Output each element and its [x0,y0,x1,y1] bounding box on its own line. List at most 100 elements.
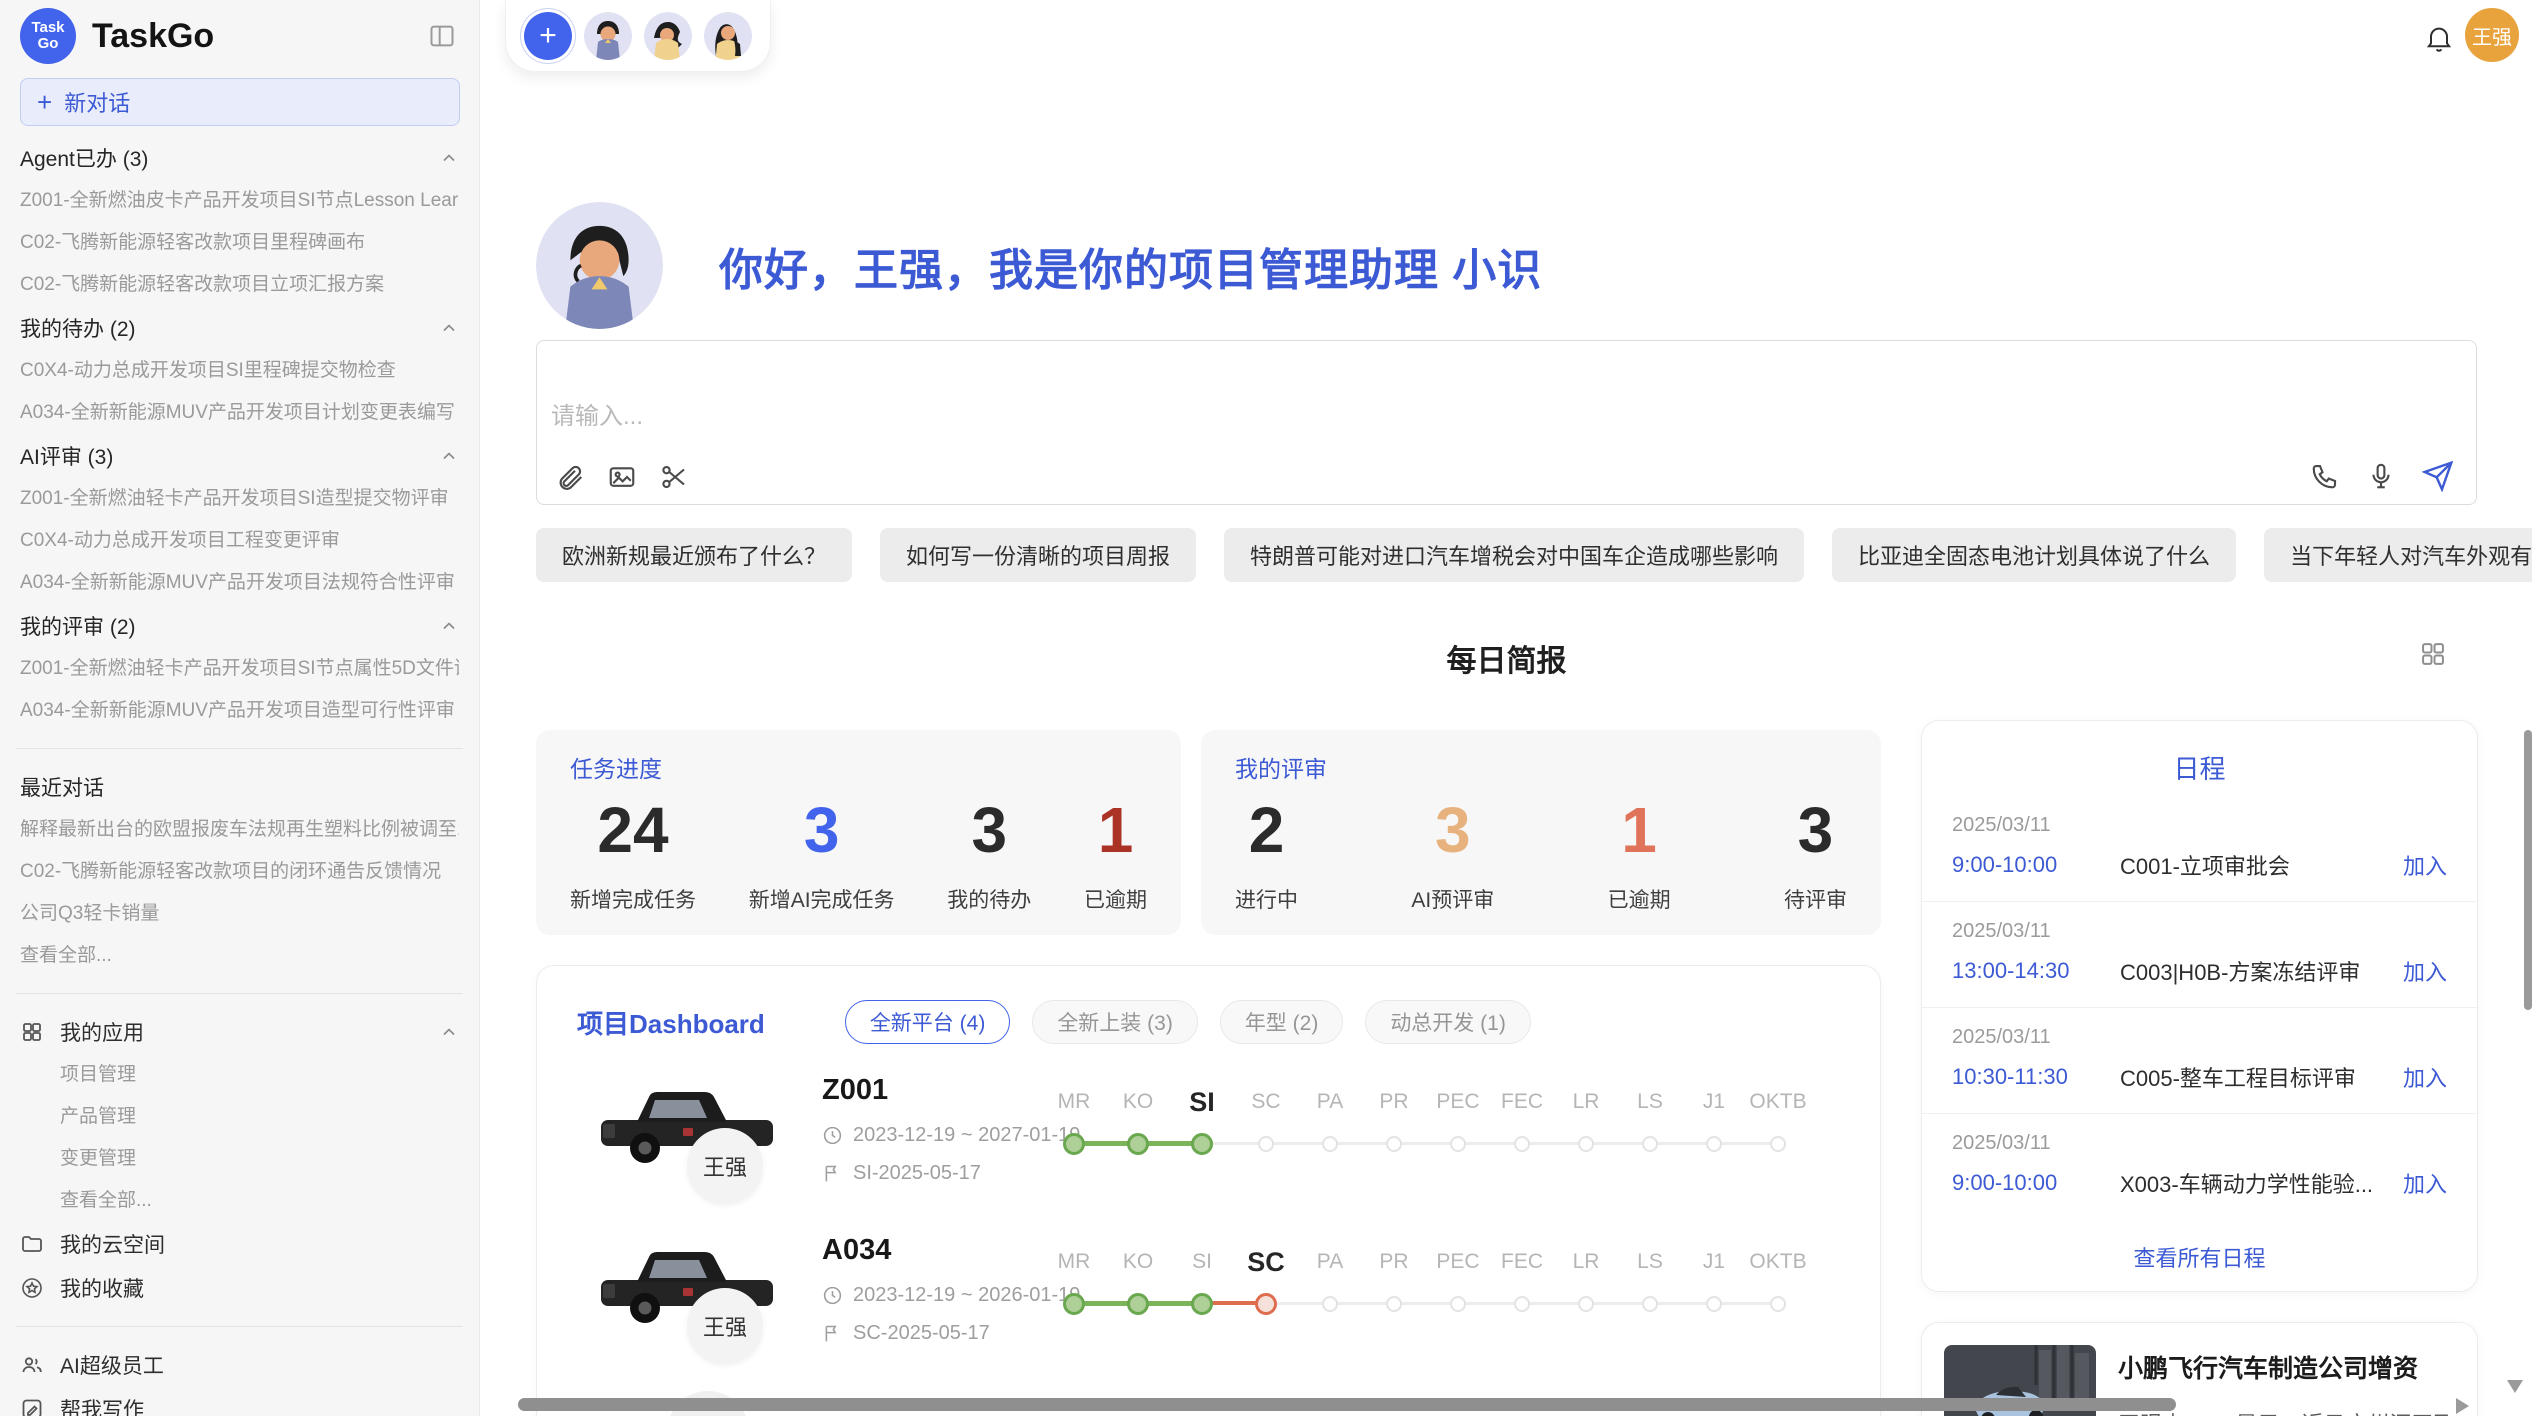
app-link[interactable]: 项目管理 [20,1054,459,1096]
milestone-label: OKTB [1746,1078,1810,1126]
sidebar-collapse-icon[interactable] [427,22,457,50]
milestone-connector [1394,1142,1458,1145]
filter-chip[interactable]: 动总开发 (1) [1365,1000,1531,1044]
sidebar-task-item[interactable]: A034-全新新能源MUV产品开发项目造型可行性评审 [20,690,459,732]
scroll-right-arrow[interactable] [2456,1398,2469,1414]
milestone-PR: PR [1362,1078,1426,1162]
image-icon[interactable] [607,462,637,492]
milestone-label: SI [1170,1078,1234,1126]
scissors-icon[interactable] [659,462,689,492]
sidebar-task-item[interactable]: C0X4-动力总成开发项目SI里程碑提交物检查 [20,350,459,392]
scroll-down-arrow[interactable] [2507,1380,2523,1393]
recent-chat-item[interactable]: 解释最新出台的欧盟报废车法规再生塑料比例被调至15%... [20,809,459,851]
stat-label: 新增AI完成任务 [749,884,895,914]
milestone-dot [1127,1133,1149,1155]
schedule-name: C001-立项审批会 [2120,849,2403,881]
join-link[interactable]: 加入 [2403,849,2447,881]
milestone-PR: PR [1362,1238,1426,1322]
view-all-schedule-link[interactable]: 查看所有日程 [1922,1241,2477,1273]
greeting-text: 你好，王强，我是你的项目管理助理 小识 [719,234,1542,298]
recent-chat-item[interactable]: 查看全部... [20,935,459,977]
milestone-strip: MRKOSISCPAPRPECFECLRLSJ1OKTB [1042,1078,1810,1162]
cloud-space-label: 我的云空间 [60,1229,165,1259]
message-input[interactable] [551,403,1751,431]
recent-chat-item[interactable]: 公司Q3轻卡销量 [20,893,459,935]
phone-icon[interactable] [2310,461,2340,491]
my-apps-list: 项目管理产品管理变更管理查看全部... [20,1054,459,1222]
section-ai-review[interactable]: AI评审 (3) [20,434,459,478]
sidebar-item-my-apps[interactable]: 我的应用 [20,1010,459,1054]
sidebar-task-item[interactable]: A034-全新新能源MUV产品开发项目法规符合性评审 [20,562,459,604]
app-link[interactable]: 产品管理 [20,1096,459,1138]
sidebar-task-item[interactable]: C02-飞腾新能源轻客改款项目立项汇报方案 [20,264,459,306]
app-link[interactable]: 变更管理 [20,1138,459,1180]
section-ai-review-list: Z001-全新燃油轻卡产品开发项目SI造型提交物评审C0X4-动力总成开发项目工… [20,478,459,604]
milestone-dot [1642,1296,1658,1312]
milestone-dot [1191,1133,1213,1155]
filter-chip[interactable]: 全新上装 (3) [1032,1000,1198,1044]
sidebar-item-help-write[interactable]: 帮我写作 [20,1387,459,1416]
new-chat-button[interactable]: + 新对话 [20,78,460,126]
milestone-dot [1386,1136,1402,1152]
suggestion-chip[interactable]: 欧洲新规最近颁布了什么？ [536,528,852,582]
chevron-up-icon[interactable] [439,446,459,466]
schedule-entry: 2025/03/11 9:00-10:00 X003-车辆动力学性能验... 加… [1922,1114,2477,1219]
chevron-up-icon[interactable] [439,148,459,168]
section-my-todo[interactable]: 我的待办 (2) [20,306,459,350]
join-link[interactable]: 加入 [2403,1061,2447,1093]
attachment-icon[interactable] [555,462,585,492]
project-row[interactable]: 王强 A034 2023-12-19 ~ 2026-01-19 SC-2025-… [537,1226,1880,1386]
ai-staff-label: AI超级员工 [60,1350,164,1380]
section-agent-done[interactable]: Agent已办 (3) [20,136,459,180]
suggestion-chip[interactable]: 当下年轻人对汽车外观有怎样的喜好趋势 [2264,528,2532,582]
new-chat-label: 新对话 [64,86,130,118]
agent-avatar-3[interactable] [704,12,752,60]
add-agent-button[interactable]: + [524,12,572,60]
suggestion-chip[interactable]: 特朗普可能对进口汽车增税会对中国车企造成哪些影响 [1224,528,1804,582]
owner-name: 王强 [703,1150,747,1182]
sidebar-item-ai-staff[interactable]: AI超级员工 [20,1343,459,1387]
section-agent-done-list: Z001-全新燃油皮卡产品开发项目SI节点Lesson Learn报告C02-飞… [20,180,459,306]
send-icon[interactable] [2422,460,2454,492]
milestone-PA: PA [1298,1238,1362,1322]
sidebar-item-favorites[interactable]: 我的收藏 [20,1266,459,1310]
milestone-label: KO [1106,1238,1170,1286]
chevron-up-icon[interactable] [439,616,459,636]
join-link[interactable]: 加入 [2403,1167,2447,1199]
filter-chip-active[interactable]: 全新平台 (4) [845,1000,1011,1044]
milestone-dot [1578,1136,1594,1152]
sidebar-task-item[interactable]: Z001-全新燃油轻卡产品开发项目SI造型提交物评审 [20,478,459,520]
sidebar-task-item[interactable]: C02-飞腾新能源轻客改款项目里程碑画布 [20,222,459,264]
app-link[interactable]: 查看全部... [20,1180,459,1222]
sidebar: Task Go TaskGo + 新对话 Agent已办 (3) Z001-全新… [0,0,480,1416]
sidebar-task-item[interactable]: Z001-全新燃油轻卡产品开发项目SI节点属性5D文件评审 [20,648,459,690]
suggestion-chip[interactable]: 如何写一份清晰的项目周报 [880,528,1196,582]
section-my-todo-list: C0X4-动力总成开发项目SI里程碑提交物检查A034-全新新能源MUV产品开发… [20,350,459,434]
user-avatar[interactable]: 王强 [2465,8,2519,62]
chevron-up-icon[interactable] [439,318,459,338]
milestone-label: LR [1554,1238,1618,1286]
chevron-up-icon[interactable] [439,1022,459,1042]
milestone-connector [1714,1302,1778,1305]
project-row[interactable]: 王强 Z001 2023-12-19 ~ 2027-01-19 SI-2025-… [537,1066,1880,1226]
milestone-connector [1650,1302,1714,1305]
vertical-scrollbar-thumb[interactable] [2524,730,2532,1010]
sidebar-task-item[interactable]: Z001-全新燃油皮卡产品开发项目SI节点Lesson Learn报告 [20,180,459,222]
horizontal-scrollbar-thumb[interactable] [518,1398,2176,1411]
microphone-icon[interactable] [2366,461,2396,491]
filter-chip[interactable]: 年型 (2) [1220,1000,1344,1044]
join-link[interactable]: 加入 [2403,955,2447,987]
bell-icon[interactable] [2423,22,2455,54]
milestone-dot [1255,1293,1277,1315]
agent-avatar-1[interactable] [584,12,632,60]
agent-avatar-2[interactable] [644,12,692,60]
sidebar-task-item[interactable]: C0X4-动力总成开发项目工程变更评审 [20,520,459,562]
sidebar-item-cloud-space[interactable]: 我的云空间 [20,1222,459,1266]
recent-chat-item[interactable]: C02-飞腾新能源轻客改款项目的闭环通告反馈情况 [20,851,459,893]
milestone-PA: PA [1298,1078,1362,1162]
stat-value: 3 [971,794,1007,868]
briefing-layout-icon[interactable] [2419,640,2447,668]
section-my-review[interactable]: 我的评审 (2) [20,604,459,648]
sidebar-task-item[interactable]: A034-全新新能源MUV产品开发项目计划变更表编写 [20,392,459,434]
suggestion-chip[interactable]: 比亚迪全固态电池计划具体说了什么 [1832,528,2236,582]
